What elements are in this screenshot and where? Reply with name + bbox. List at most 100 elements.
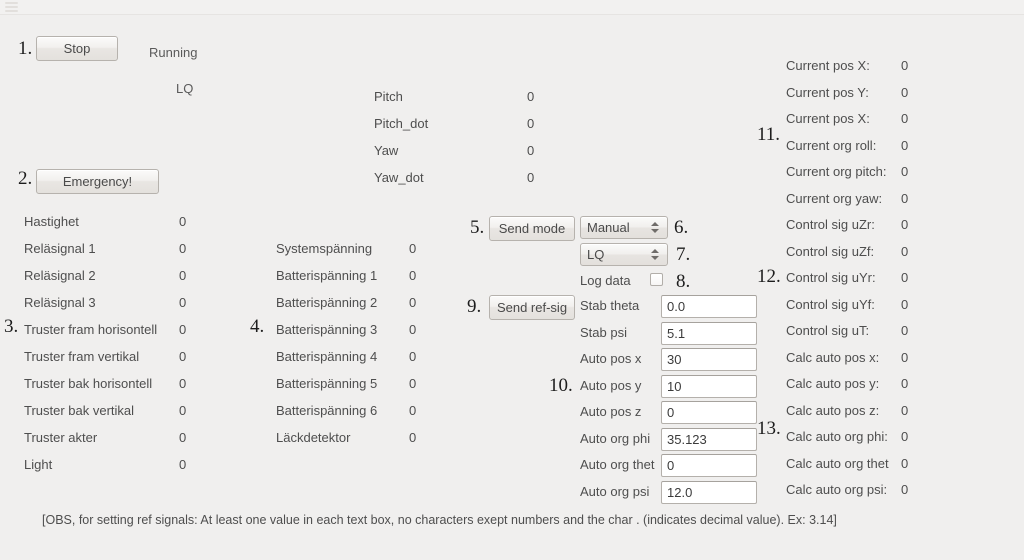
sensor-row-value: 0 bbox=[179, 349, 187, 364]
sensor-row-label: Truster fram horisontell bbox=[24, 322, 158, 337]
readout-row-value: 0 bbox=[901, 402, 909, 418]
mode-select[interactable]: Manual bbox=[580, 216, 668, 239]
power-row-label: Batterispänning 2 bbox=[276, 295, 378, 310]
readout-row-label: Control sig uYf: bbox=[786, 296, 875, 312]
readout-row-value: 0 bbox=[901, 482, 909, 497]
refsig-input-stab-psi[interactable] bbox=[661, 321, 757, 345]
readout-row-label: Current org roll: bbox=[786, 137, 877, 153]
power-row-value: 0 bbox=[409, 241, 417, 256]
emergency-button[interactable]: Emergency! bbox=[36, 169, 159, 194]
readout-row-label: Current pos X: bbox=[786, 111, 870, 126]
power-row-label: Batterispänning 3 bbox=[276, 322, 378, 337]
power-row-value: 0 bbox=[409, 349, 417, 364]
refsig-input-auto-org-phi[interactable] bbox=[661, 427, 757, 451]
controller-select[interactable]: LQ bbox=[580, 243, 668, 266]
sensor-row-label: Reläsignal 3 bbox=[24, 295, 96, 310]
sensor-row-label: Truster bak vertikal bbox=[24, 403, 135, 418]
annotation-2: 2. bbox=[18, 168, 33, 189]
refsig-row-label: Auto org phi bbox=[580, 430, 651, 446]
refsig-input-auto-pos-z[interactable] bbox=[661, 401, 757, 424]
power-row-value: 0 bbox=[409, 430, 417, 445]
send-mode-button[interactable]: Send mode bbox=[489, 216, 575, 241]
readout-row-value: 0 bbox=[901, 84, 909, 100]
sensor-row-label: Truster bak horisontell bbox=[24, 376, 153, 391]
readout-row-value: 0 bbox=[901, 58, 909, 73]
refsig-input-auto-org-psi[interactable] bbox=[661, 480, 757, 504]
sensor-row-value: 0 bbox=[179, 295, 187, 310]
refsig-row-label: Auto pos y bbox=[580, 377, 642, 393]
readout-row-value: 0 bbox=[901, 349, 909, 365]
attitude-row-value: 0 bbox=[527, 143, 535, 158]
refsig-row-label: Auto org psi bbox=[580, 483, 650, 499]
annotation-3: 3. bbox=[4, 316, 19, 337]
sensor-row-value: 0 bbox=[179, 214, 187, 229]
refsig-input-auto-pos-x[interactable] bbox=[661, 348, 757, 371]
attitude-row-label: Pitch bbox=[374, 89, 403, 104]
stop-button[interactable]: Stop bbox=[36, 36, 118, 61]
readout-row-value: 0 bbox=[901, 296, 909, 312]
readout-row-value: 0 bbox=[901, 164, 909, 179]
send-refsig-button[interactable]: Send ref-sig bbox=[489, 295, 575, 320]
refsig-input-auto-org-thet[interactable] bbox=[661, 454, 757, 477]
annotation-4: 4. bbox=[250, 316, 265, 337]
refsig-input-auto-pos-y[interactable] bbox=[661, 374, 757, 398]
sensor-row-value: 0 bbox=[179, 376, 187, 391]
readout-row-value: 0 bbox=[901, 429, 909, 444]
refsig-row-label: Stab theta bbox=[580, 298, 640, 313]
readout-row-label: Current org yaw: bbox=[786, 190, 883, 206]
power-row-value: 0 bbox=[409, 322, 417, 337]
attitude-row-label: Yaw bbox=[374, 143, 399, 158]
readout-row-label: Calc auto pos y: bbox=[786, 376, 880, 391]
sensor-row-value: 0 bbox=[179, 268, 187, 283]
power-row-value: 0 bbox=[409, 295, 417, 310]
readout-row-value: 0 bbox=[901, 323, 909, 338]
attitude-row-label: Yaw_dot bbox=[374, 170, 424, 185]
readout-row-value: 0 bbox=[901, 376, 909, 391]
refsig-input-stab-theta[interactable] bbox=[661, 295, 757, 318]
readout-row-label: Current pos Y: bbox=[786, 84, 869, 100]
sensor-row-value: 0 bbox=[179, 430, 187, 445]
annotation-9: 9. bbox=[467, 296, 482, 317]
readout-row-label: Calc auto org phi: bbox=[786, 429, 888, 444]
sensor-row-value: 0 bbox=[179, 403, 187, 418]
sensor-row-label: Truster fram vertikal bbox=[24, 349, 140, 364]
sensor-row-label: Truster akter bbox=[24, 430, 98, 445]
readout-row-label: Calc auto pos x: bbox=[786, 349, 880, 365]
window-titlebar bbox=[0, 0, 1024, 15]
spinner-arrows-icon[interactable] bbox=[647, 217, 667, 238]
attitude-row-value: 0 bbox=[527, 116, 535, 131]
sensor-row-label: Light bbox=[24, 457, 53, 472]
sensor-row-value: 0 bbox=[179, 322, 187, 337]
attitude-row-label: Pitch_dot bbox=[374, 116, 429, 131]
sensor-row-label: Hastighet bbox=[24, 214, 79, 229]
annotation-7: 7. bbox=[676, 244, 691, 265]
annotation-1: 1. bbox=[18, 38, 33, 59]
annotation-8: 8. bbox=[676, 271, 691, 292]
spinner-arrows-icon[interactable] bbox=[647, 244, 667, 265]
annotation-11: 11. bbox=[757, 124, 781, 145]
annotation-5: 5. bbox=[470, 217, 485, 238]
status-running: Running bbox=[149, 45, 198, 60]
log-data-label: Log data bbox=[580, 273, 631, 288]
readout-row-label: Control sig uZf: bbox=[786, 243, 875, 259]
refsig-row-label: Auto pos z bbox=[580, 404, 642, 419]
annotation-10: 10. bbox=[549, 375, 573, 396]
status-controller: LQ bbox=[176, 81, 194, 96]
readout-row-value: 0 bbox=[901, 270, 909, 285]
power-row-label: Läckdetektor bbox=[276, 430, 351, 445]
readout-row-value: 0 bbox=[901, 217, 909, 232]
readout-row-label: Current pos X: bbox=[786, 58, 870, 73]
readout-row-label: Current org pitch: bbox=[786, 164, 887, 179]
sensor-row-value: 0 bbox=[179, 241, 187, 256]
readout-row-value: 0 bbox=[901, 137, 909, 153]
log-data-checkbox[interactable] bbox=[650, 273, 663, 286]
power-row-value: 0 bbox=[409, 376, 417, 391]
sensor-row-value: 0 bbox=[179, 457, 187, 472]
menu-icon[interactable] bbox=[5, 2, 18, 12]
readout-row-value: 0 bbox=[901, 190, 909, 206]
power-row-label: Batterispänning 4 bbox=[276, 349, 378, 364]
readout-row-value: 0 bbox=[901, 243, 909, 259]
refsig-row-label: Stab psi bbox=[580, 324, 627, 340]
sensor-row-label: Reläsignal 2 bbox=[24, 268, 96, 283]
mode-select-value: Manual bbox=[587, 220, 630, 235]
